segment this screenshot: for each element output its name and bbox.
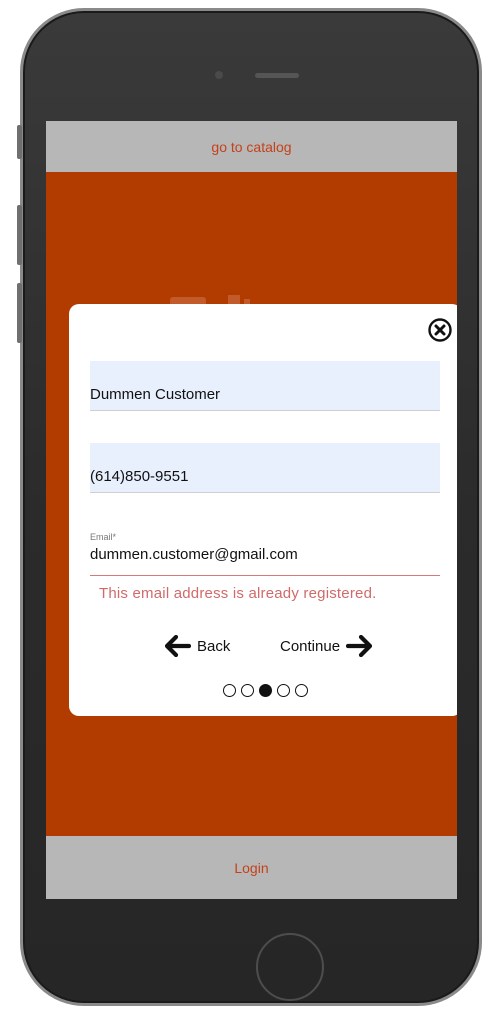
back-button[interactable]: Back <box>165 631 230 661</box>
catalog-link[interactable]: go to catalog <box>46 121 457 172</box>
speaker-grille <box>255 73 299 78</box>
login-button[interactable]: Login <box>46 836 457 899</box>
back-label: Back <box>197 637 231 655</box>
arrow-left-icon <box>165 635 191 657</box>
name-input[interactable] <box>90 361 440 410</box>
close-circle-icon[interactable] <box>428 318 452 342</box>
login-label: Login <box>234 859 269 876</box>
email-input[interactable] <box>90 544 440 575</box>
phone-field <box>90 443 440 493</box>
arrow-right-icon <box>346 635 373 657</box>
step-navigation: Back Continue <box>69 631 457 661</box>
continue-button[interactable]: Continue <box>280 631 373 661</box>
step-dot-1 <box>223 684 236 697</box>
app-screen: go to catalog Email* This email <box>46 121 457 899</box>
email-error-message: This email address is already registered… <box>99 585 377 602</box>
phone-input[interactable] <box>90 443 440 492</box>
home-button[interactable] <box>256 933 324 1001</box>
step-dot-5 <box>295 684 308 697</box>
volume-up-button <box>17 205 22 265</box>
step-dot-4 <box>277 684 290 697</box>
step-dot-3 <box>259 684 272 697</box>
step-indicator <box>69 684 457 698</box>
volume-down-button <box>17 283 22 343</box>
registration-modal: Email* This email address is already reg… <box>69 304 457 716</box>
stage: go to catalog Email* This email <box>0 0 500 1012</box>
continue-label: Continue <box>280 637 341 655</box>
mute-switch <box>17 125 22 159</box>
name-field <box>90 361 440 411</box>
email-field <box>90 544 440 576</box>
step-dot-2 <box>241 684 254 697</box>
catalog-link-label: go to catalog <box>211 138 292 155</box>
camera-icon <box>215 71 223 79</box>
email-label: Email* <box>90 532 117 542</box>
